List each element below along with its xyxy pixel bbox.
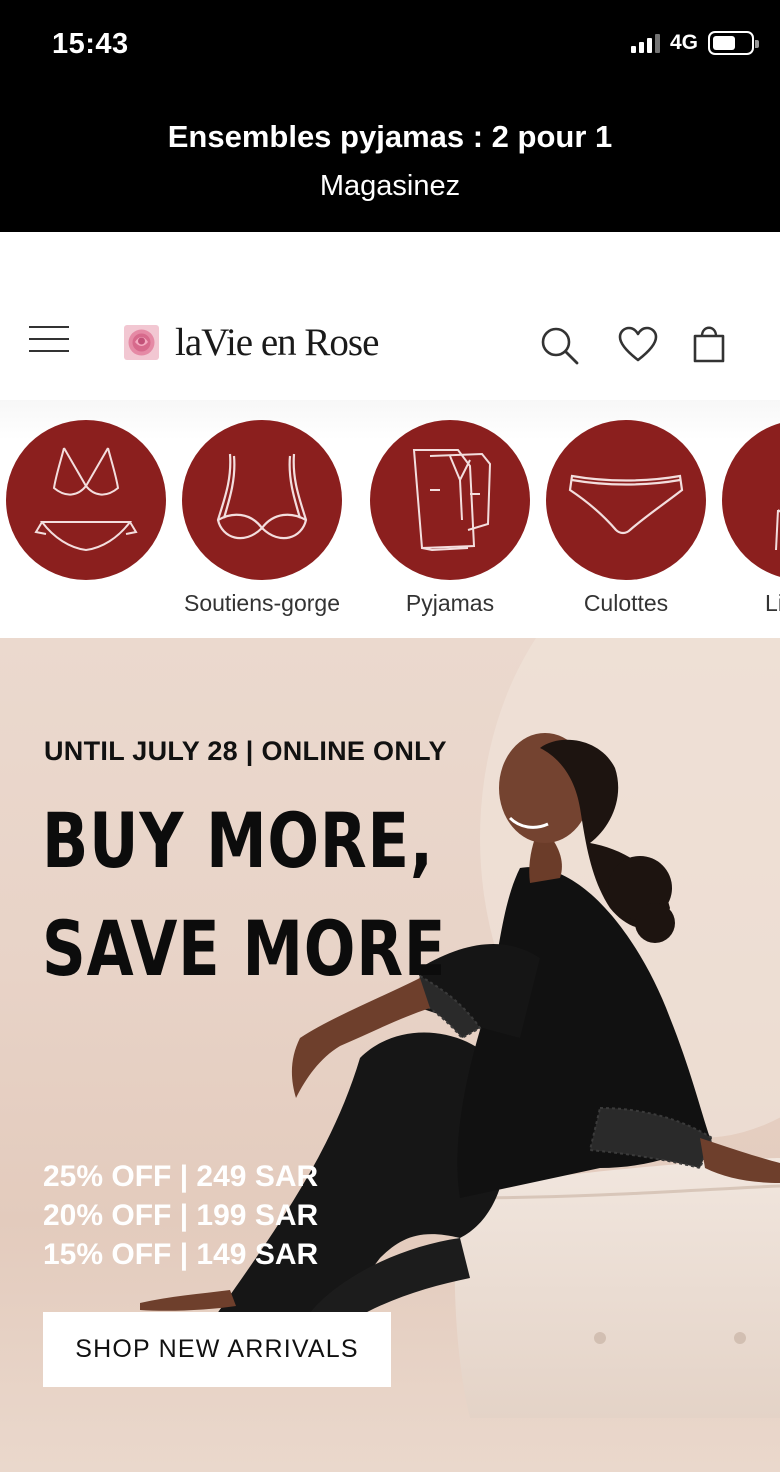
bikini-icon xyxy=(34,447,138,552)
battery-icon xyxy=(708,31,759,55)
hero-title-line2: SAVE MORE xyxy=(42,904,447,993)
site-header: laVie en Rose xyxy=(0,232,780,400)
promo-shop-link[interactable]: Magasinez xyxy=(0,170,780,203)
shop-new-arrivals-button[interactable]: SHOP NEW ARRIVALS xyxy=(43,1312,391,1387)
category-lingerie[interactable]: Li xyxy=(722,420,780,630)
offer-tier-1: 25% OFF | 249 SAR xyxy=(43,1160,319,1193)
menu-icon[interactable] xyxy=(29,324,69,354)
status-time: 15:43 xyxy=(52,28,129,60)
heart-icon[interactable] xyxy=(617,324,659,366)
pyjama-icon xyxy=(412,449,492,552)
network-type: 4G xyxy=(669,31,698,54)
offer-tier-3: 15% OFF | 149 SAR xyxy=(43,1238,319,1271)
hero-banner[interactable]: UNTIL JULY 28 | ONLINE ONLY BUY MORE, SA… xyxy=(0,638,780,1472)
bra-icon xyxy=(216,453,308,540)
brand-logo[interactable]: laVie en Rose xyxy=(124,320,379,365)
offer-tier-2: 20% OFF | 199 SAR xyxy=(43,1199,319,1232)
category-bras[interactable]: Soutiens-gorge xyxy=(182,420,342,630)
category-label: Soutiens-gorge xyxy=(184,590,340,616)
lingerie-icon xyxy=(775,509,780,551)
top-banner: 15:43 4G Ensembles pyjamas : 2 pour 1 Ma… xyxy=(0,0,780,232)
category-label: Pyjamas xyxy=(405,590,495,616)
category-circle xyxy=(722,420,780,580)
status-indicators: 4G xyxy=(630,31,759,55)
category-circle xyxy=(370,420,530,580)
category-circle xyxy=(6,420,166,580)
shopping-bag-icon[interactable] xyxy=(688,322,730,364)
category-circle xyxy=(182,420,342,580)
panty-icon xyxy=(568,474,684,535)
search-icon[interactable] xyxy=(538,324,580,366)
hero-title-line1: BUY MORE, xyxy=(42,796,434,885)
category-carousel[interactable]: Soutiens-gorge Pyjamas Culottes L xyxy=(0,400,780,638)
brand-name: laVie en Rose xyxy=(175,321,379,364)
category-circle xyxy=(546,420,706,580)
promo-headline: Ensembles pyjamas : 2 pour 1 xyxy=(167,119,613,154)
category-swimwear[interactable] xyxy=(6,420,166,630)
rose-logo-icon xyxy=(124,325,159,360)
category-pyjamas[interactable]: Pyjamas xyxy=(370,420,530,630)
category-label: Li xyxy=(765,590,780,616)
hero-kicker: UNTIL JULY 28 | ONLINE ONLY xyxy=(44,736,447,766)
signal-icon xyxy=(630,33,660,53)
